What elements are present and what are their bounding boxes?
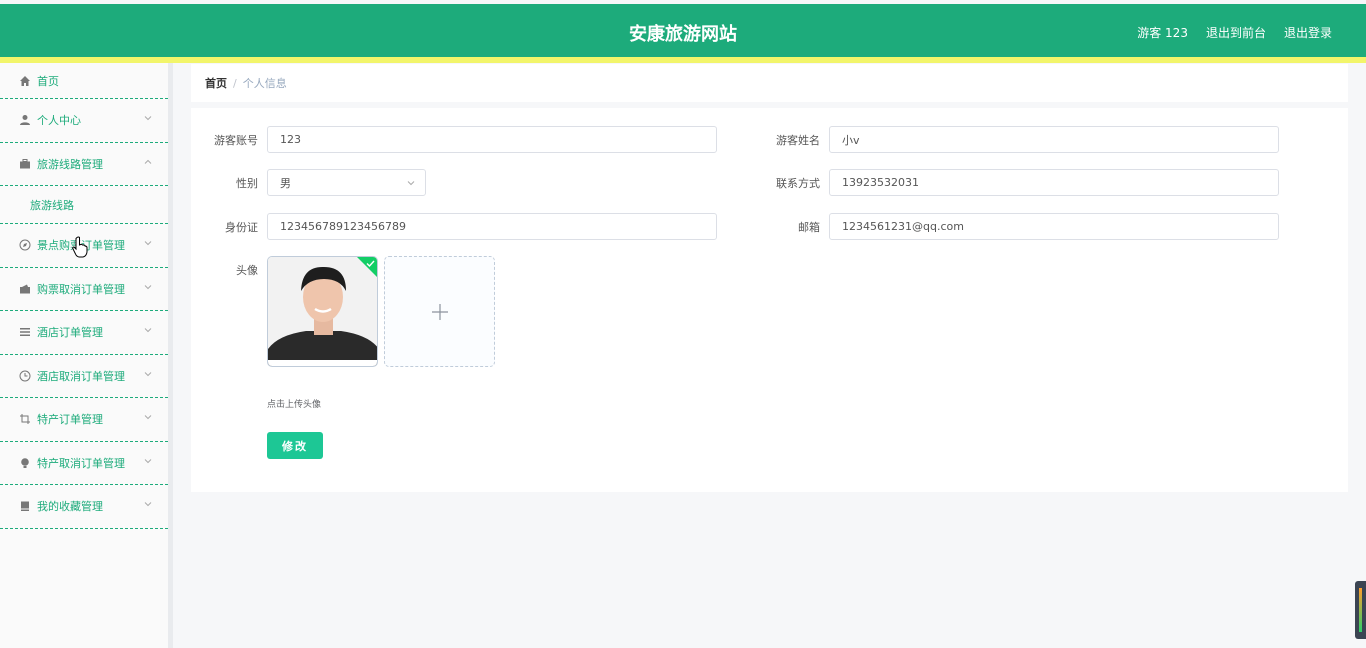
check-icon xyxy=(366,260,375,268)
chevron-down-icon xyxy=(144,458,152,463)
name-label: 游客姓名 xyxy=(776,134,820,147)
chevron-down-icon xyxy=(407,181,415,186)
crop-icon xyxy=(18,413,31,426)
idcard-field[interactable]: 123456789123456789 xyxy=(267,213,717,240)
avatar-label: 头像 xyxy=(236,264,258,277)
clock-icon xyxy=(18,369,31,382)
email-field[interactable]: 1234561231@qq.com xyxy=(829,213,1279,240)
breadcrumb-current: 个人信息 xyxy=(242,77,287,90)
sidebar-item-personal-center[interactable]: 个人中心 xyxy=(0,99,168,143)
phone-label: 联系方式 xyxy=(776,177,820,190)
sidebar-item-label: 酒店订单管理 xyxy=(37,326,103,340)
floating-widget-tab[interactable] xyxy=(1355,581,1366,639)
chevron-up-icon xyxy=(144,159,152,164)
avatar-upload-button[interactable] xyxy=(384,256,495,367)
chevron-down-icon xyxy=(144,328,152,333)
sidebar-item-hotel-cancel-orders[interactable]: 酒店取消订单管理 xyxy=(0,355,168,398)
gender-selected-value: 男 xyxy=(280,176,291,190)
sidebar-item-home[interactable]: 首页 xyxy=(0,63,168,99)
chevron-down-icon xyxy=(144,241,152,246)
sidebar-item-label: 旅游线路管理 xyxy=(37,157,103,171)
chevron-down-icon xyxy=(144,116,152,121)
chevron-down-icon xyxy=(144,502,152,507)
bulb-icon xyxy=(18,456,31,469)
hand-cursor-icon xyxy=(72,236,88,258)
sidebar-item-route-management[interactable]: 旅游线路管理 xyxy=(0,143,168,186)
sidebar-item-hotel-orders[interactable]: 酒店订单管理 xyxy=(0,311,168,355)
chevron-down-icon xyxy=(144,371,152,376)
chevron-down-icon xyxy=(144,415,152,420)
submit-button[interactable]: 修改 xyxy=(267,432,323,459)
breadcrumb-home[interactable]: 首页 xyxy=(205,75,227,91)
sidebar-item-label: 特产取消订单管理 xyxy=(37,456,125,470)
sidebar-item-label: 首页 xyxy=(37,74,59,88)
wallet-icon xyxy=(18,282,31,295)
idcard-label: 身份证 xyxy=(225,221,258,234)
sidebar-divider xyxy=(168,63,173,648)
list-icon xyxy=(18,326,31,339)
logout-link[interactable]: 退出登录 xyxy=(1284,24,1332,41)
sidebar-item-label: 购票取消订单管理 xyxy=(37,282,125,296)
sidebar-item-favorites[interactable]: 我的收藏管理 xyxy=(0,485,168,529)
sidebar-item-label: 我的收藏管理 xyxy=(37,500,103,514)
gender-select[interactable]: 男 xyxy=(267,169,426,196)
upload-tip: 点击上传头像 xyxy=(267,400,322,410)
avatar-preview[interactable] xyxy=(267,256,378,367)
gender-label: 性别 xyxy=(236,177,258,190)
sidebar-item-specialty-cancel-orders[interactable]: 特产取消订单管理 xyxy=(0,442,168,485)
briefcase-icon xyxy=(18,157,31,170)
account-field[interactable]: 123 xyxy=(267,126,717,153)
top-links: 游客 123 退出到前台 退出登录 xyxy=(1137,24,1332,41)
sidebar-item-label: 酒店取消订单管理 xyxy=(37,369,125,383)
sidebar-item-label: 个人中心 xyxy=(37,114,81,128)
sidebar-item-label: 特产订单管理 xyxy=(37,413,103,427)
name-field[interactable]: 小v xyxy=(829,126,1279,153)
home-icon xyxy=(18,74,31,87)
breadcrumb: 首页 / 个人信息 xyxy=(191,64,1348,102)
email-label: 邮箱 xyxy=(798,221,820,234)
sidebar-item-ticket-cancel-orders[interactable]: 购票取消订单管理 xyxy=(0,268,168,311)
bookmark-icon xyxy=(18,500,31,513)
exit-to-front-link[interactable]: 退出到前台 xyxy=(1206,24,1266,41)
header-stripe xyxy=(0,57,1366,63)
top-header: 安康旅游网站 游客 123 退出到前台 退出登录 xyxy=(0,4,1366,57)
plus-icon xyxy=(431,303,448,320)
sidebar-subitem-routes[interactable]: 旅游线路 xyxy=(0,186,168,224)
sidebar: 首页 个人中心 旅游线路管理 旅游线路 景点购票订单管理 购票取消订单管理 酒店… xyxy=(0,63,168,648)
user-icon xyxy=(18,114,31,127)
breadcrumb-separator: / xyxy=(233,76,237,90)
phone-field[interactable]: 13923532031 xyxy=(829,169,1279,196)
sidebar-item-specialty-orders[interactable]: 特产订单管理 xyxy=(0,398,168,442)
chevron-down-icon xyxy=(144,284,152,289)
current-user-label: 游客 123 xyxy=(1137,26,1188,40)
account-label: 游客账号 xyxy=(214,134,258,147)
profile-form: 游客账号 123 游客姓名 小v 性别 男 联系方式 13923532031 身… xyxy=(191,108,1348,492)
compass-icon xyxy=(18,239,31,252)
